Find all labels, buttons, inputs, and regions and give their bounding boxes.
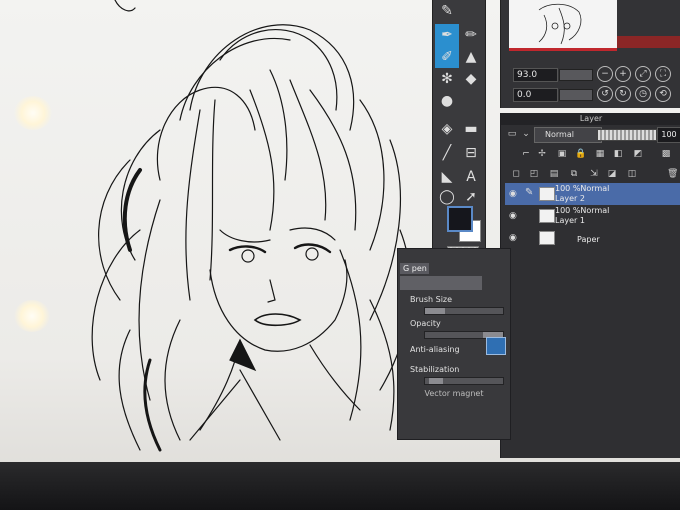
fullscreen-button[interactable]: ⛶ — [655, 66, 671, 82]
layer-thumbnail — [539, 187, 555, 201]
main-color-swatch[interactable] — [447, 206, 473, 232]
layer-blend-info: 100 %Normal — [555, 184, 610, 193]
figure-icon[interactable]: ◣ — [435, 166, 459, 188]
layer-name: Paper — [577, 235, 600, 244]
opacity-slider[interactable] — [597, 129, 657, 141]
stabilization-slider[interactable] — [424, 377, 504, 385]
tool-property-panel: G pen Brush Size Opacity Anti-aliasing S… — [397, 248, 511, 440]
zoom-slider[interactable] — [559, 69, 593, 81]
blend-icon[interactable]: ● — [435, 90, 459, 112]
rotate-field[interactable]: 0.0 — [513, 88, 558, 102]
tool-palette: ✎ ✒ ✏ ✐ ▲ ✻ ◆ ● ◈ ▬ ╱ ⊟ ◣ A ◯ ➚ — [432, 0, 486, 272]
brush-size-label: Brush Size — [410, 295, 453, 304]
pen-icon[interactable]: ✒ — [435, 24, 459, 46]
rotate-right-button[interactable]: ↻ — [615, 86, 631, 102]
lock-icon[interactable]: 🔒 — [575, 149, 586, 159]
lock-transparent-icon[interactable]: ▦ — [595, 149, 605, 159]
layer-row[interactable]: ◉ Paper — [505, 227, 680, 249]
fit-button[interactable]: ⤢ — [635, 66, 651, 82]
chevron-down-icon[interactable]: ⌄ — [521, 129, 531, 139]
decoration-icon[interactable]: ✻ — [435, 68, 459, 90]
brush-size-slider[interactable] — [424, 307, 504, 315]
brush-icon[interactable]: ✐ — [435, 46, 459, 68]
mask-icon[interactable]: ◧ — [613, 149, 623, 159]
opacity-label: Opacity — [410, 319, 441, 328]
new-folder-icon[interactable]: ▤ — [549, 169, 559, 179]
eye-icon[interactable]: ◉ — [509, 211, 517, 221]
marker-icon[interactable]: ▲ — [459, 46, 483, 68]
eye-icon[interactable]: ◉ — [509, 189, 517, 199]
zoom-in-button[interactable]: + — [615, 66, 631, 82]
layer-property-icon[interactable]: ▭ — [507, 129, 517, 139]
layer-row[interactable]: ◉ 100 %Normal Layer 1 — [505, 205, 680, 227]
zoom-out-button[interactable]: − — [597, 66, 613, 82]
pen-icon: ✎ — [525, 187, 534, 198]
layer-row[interactable]: ◉ ✎ 100 %Normal Layer 2 — [505, 183, 680, 205]
stabilization-label: Stabilization — [410, 365, 460, 374]
drawing-canvas[interactable]: ✎ ✒ ✏ ✐ ▲ ✻ ◆ ● ◈ ▬ ╱ ⊟ ◣ A ◯ ➚ 93.0 0.0… — [0, 0, 680, 510]
rotate-left-button[interactable]: ↺ — [597, 86, 613, 102]
pencil-icon[interactable]: ✏ — [459, 24, 483, 46]
merge-down-icon[interactable]: ⇲ — [589, 169, 599, 179]
apply-mask-icon[interactable]: ◪ — [607, 169, 617, 179]
gradient-icon[interactable]: ▬ — [459, 118, 483, 140]
copy-layer-icon[interactable]: ⧉ — [569, 169, 579, 179]
blend-mode-select[interactable]: Normal — [534, 127, 602, 143]
new-raster-layer-icon[interactable]: ◻ — [511, 169, 521, 179]
navigator-panel: 93.0 0.0 − + ⤢ ⛶ ↺ ↻ ◷ ⟲ — [500, 0, 680, 108]
sketch-artwork — [91, 0, 412, 452]
vector-magnet-label: Vector magnet — [424, 389, 484, 398]
layer-thumbnail — [539, 209, 555, 223]
delete-layer-icon[interactable]: 🗑 — [667, 169, 678, 179]
balloon-icon[interactable]: ◯ — [435, 186, 459, 208]
move-icon[interactable]: ➚ — [459, 186, 483, 208]
navigator-preview[interactable] — [509, 0, 617, 51]
palette-color-icon[interactable]: ◩ — [633, 149, 643, 159]
create-mask-icon[interactable]: ◫ — [627, 169, 637, 179]
draft-icon[interactable]: ▣ — [557, 149, 567, 159]
layer-name: Layer 1 — [555, 216, 585, 225]
layer-panel: Layer ▭ ⌄ Normal 100 ⌐ ✢ ▣ 🔒 ▦ ◧ ◩ ▩ ◻ ◰… — [500, 113, 680, 458]
opacity-field[interactable]: 100 — [657, 127, 680, 143]
anti-aliasing-label: Anti-aliasing — [410, 345, 460, 354]
fill-icon[interactable]: ◈ — [435, 118, 459, 140]
clip-icon[interactable]: ⌐ — [521, 149, 531, 159]
layer-blend-info: 100 %Normal — [555, 206, 610, 215]
color-icon[interactable]: ▩ — [661, 149, 671, 159]
rotate-slider[interactable] — [559, 89, 593, 101]
new-vector-layer-icon[interactable]: ◰ — [529, 169, 539, 179]
preview-thumbnail — [538, 3, 582, 45]
ruler-icon[interactable]: ╱ — [435, 142, 459, 164]
brush-preview — [400, 276, 482, 290]
eye-icon[interactable]: ◉ — [509, 233, 517, 243]
eraser-icon[interactable]: ◆ — [459, 68, 483, 90]
layer-panel-title: Layer — [501, 113, 680, 125]
text-icon[interactable]: A — [459, 166, 483, 188]
flip-button[interactable]: ⟲ — [655, 86, 671, 102]
anti-aliasing-toggle[interactable] — [486, 337, 506, 355]
layer-name: Layer 2 — [555, 194, 585, 203]
zoom-field[interactable]: 93.0 — [513, 68, 558, 82]
eyedropper-icon[interactable]: ✎ — [435, 0, 459, 22]
reset-rotation-button[interactable]: ◷ — [635, 86, 651, 102]
subtool-tab[interactable]: G pen — [400, 263, 429, 274]
frame-icon[interactable]: ⊟ — [459, 142, 483, 164]
layer-thumbnail — [539, 231, 555, 245]
monitor-bezel — [0, 462, 680, 510]
reference-icon[interactable]: ✢ — [537, 149, 547, 159]
navigator-red-frame — [617, 36, 680, 48]
